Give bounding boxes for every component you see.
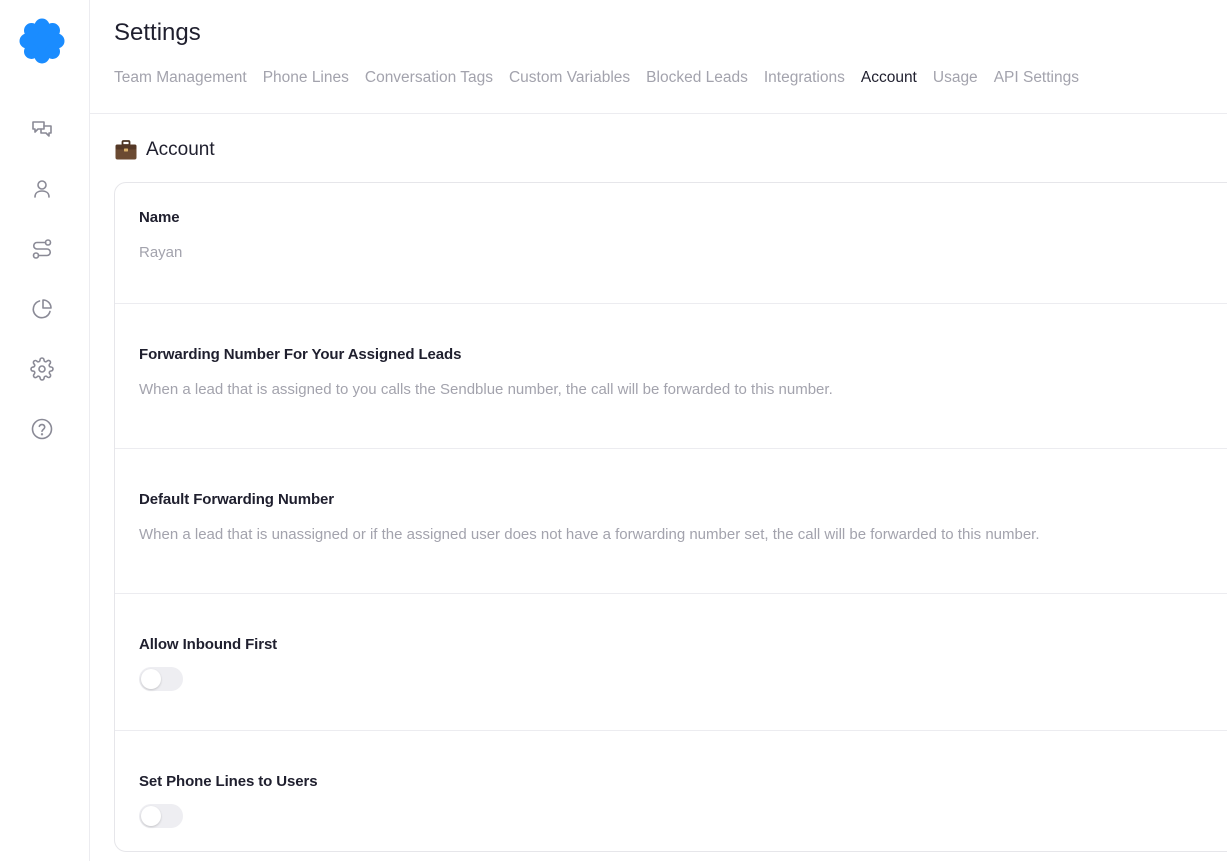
account-section-title: Account — [114, 138, 215, 162]
user-icon[interactable] — [26, 173, 58, 205]
set-phone-lines-row: Set Phone Lines to Users — [115, 731, 1227, 853]
allow-inbound-row: Allow Inbound First — [115, 594, 1227, 731]
page-title: Settings — [114, 19, 201, 46]
tab-api-settings[interactable]: API Settings — [994, 69, 1079, 87]
forwarding-number-description[interactable]: When a lead that is assigned to you call… — [139, 381, 833, 398]
account-settings-card: Name Rayan Forwarding Number For Your As… — [114, 182, 1227, 852]
name-label: Name — [139, 209, 180, 226]
pie-chart-icon[interactable] — [26, 293, 58, 325]
allow-inbound-label: Allow Inbound First — [139, 636, 278, 653]
tab-account[interactable]: Account — [861, 69, 917, 87]
flow-icon[interactable] — [26, 233, 58, 265]
set-phone-lines-label: Set Phone Lines to Users — [139, 773, 318, 790]
main-content: Settings Team Management Phone Lines Con… — [90, 0, 1227, 861]
set-phone-lines-toggle[interactable] — [139, 804, 183, 828]
gear-icon[interactable] — [26, 353, 58, 385]
toggle-knob — [141, 669, 161, 689]
settings-tabs: Team Management Phone Lines Conversation… — [114, 69, 1079, 87]
tab-custom-variables[interactable]: Custom Variables — [509, 69, 630, 87]
tab-usage[interactable]: Usage — [933, 69, 978, 87]
tab-blocked-leads[interactable]: Blocked Leads — [646, 69, 748, 87]
settings-header: Settings Team Management Phone Lines Con… — [90, 0, 1227, 114]
default-forwarding-description[interactable]: When a lead that is unassigned or if the… — [139, 526, 1040, 543]
forwarding-number-row: Forwarding Number For Your Assigned Lead… — [115, 304, 1227, 449]
name-value[interactable]: Rayan — [139, 244, 182, 261]
allow-inbound-toggle[interactable] — [139, 667, 183, 691]
briefcase-icon — [115, 140, 137, 160]
name-row: Name Rayan — [115, 183, 1227, 304]
tab-phone-lines[interactable]: Phone Lines — [263, 69, 349, 87]
default-forwarding-label: Default Forwarding Number — [139, 491, 335, 508]
tab-conversation-tags[interactable]: Conversation Tags — [365, 69, 493, 87]
default-forwarding-row: Default Forwarding Number When a lead th… — [115, 449, 1227, 594]
tab-team-management[interactable]: Team Management — [114, 69, 247, 87]
sidebar — [0, 0, 90, 861]
section-title-text: Account — [146, 139, 215, 160]
forwarding-number-label: Forwarding Number For Your Assigned Lead… — [139, 346, 462, 363]
tab-integrations[interactable]: Integrations — [764, 69, 845, 87]
chat-icon[interactable] — [26, 113, 58, 145]
toggle-knob — [141, 806, 161, 826]
help-icon[interactable] — [26, 413, 58, 445]
sendblue-logo-icon[interactable] — [17, 16, 67, 66]
